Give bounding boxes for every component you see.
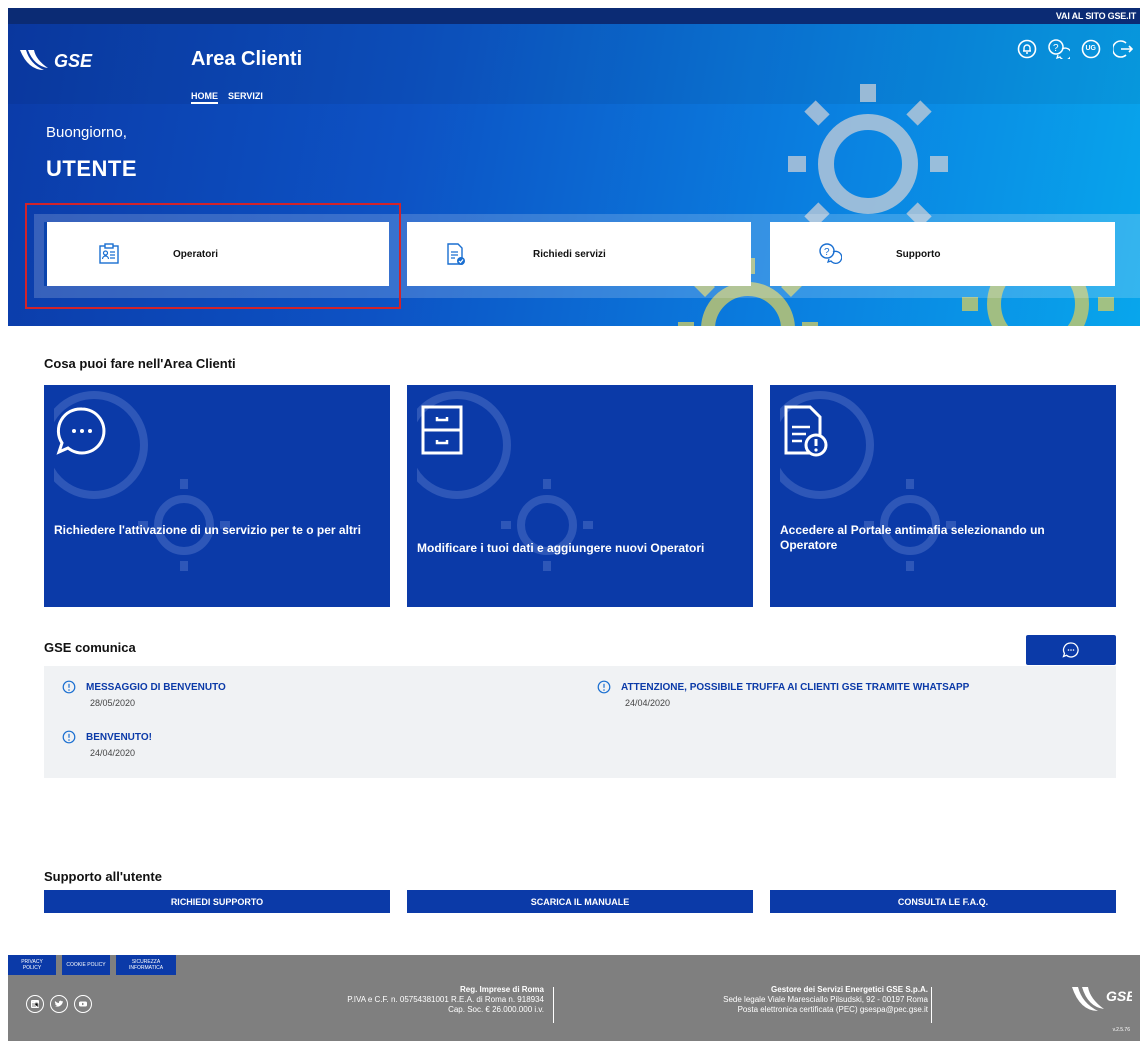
gse-logo-icon bbox=[20, 50, 48, 70]
footer-registry: Reg. Imprese di Roma P.IVA e C.F. n. 057… bbox=[347, 985, 544, 1015]
twitter-icon[interactable] bbox=[50, 995, 68, 1013]
greeting-text: Buongiorno, bbox=[46, 124, 127, 141]
gse-site-link[interactable]: VAI AL SITO GSE.IT bbox=[1056, 11, 1136, 21]
menu-item-servizi[interactable]: SERVIZI bbox=[228, 91, 263, 104]
news-item-title[interactable]: BENVENUTO! bbox=[86, 732, 152, 743]
logout-icon[interactable] bbox=[1112, 38, 1134, 60]
user-initials: UG bbox=[1085, 45, 1097, 52]
page-title: Area Clienti bbox=[191, 48, 303, 70]
feature-tile-antimafia[interactable]: Accedere al Portale antimafia selezionan… bbox=[770, 385, 1116, 607]
feature-tile-text: Modificare i tuoi dati e aggiungere nuov… bbox=[417, 541, 705, 555]
news-item-title[interactable]: MESSAGGIO DI BENVENUTO bbox=[86, 682, 226, 693]
notification-icon[interactable] bbox=[1016, 38, 1038, 60]
news-item[interactable]: ATTENZIONE, POSSIBILE TRUFFA AI CLIENTI … bbox=[597, 680, 969, 708]
news-item-date: 28/05/2020 bbox=[90, 698, 136, 708]
footer-links: PRIVACY POLICY COOKIE POLICY SICUREZZA I… bbox=[8, 955, 176, 975]
logo-text: GSE bbox=[54, 51, 93, 71]
info-icon bbox=[62, 730, 76, 744]
footer-logo-text: GSE bbox=[1106, 988, 1132, 1004]
operators-icon bbox=[99, 243, 119, 264]
info-icon bbox=[597, 680, 611, 694]
main-menu: HOME SERVIZI bbox=[191, 91, 263, 104]
chat-icon bbox=[56, 407, 106, 455]
registry-line: P.IVA e C.F. n. 05754381001 R.E.A. di Ro… bbox=[347, 995, 544, 1004]
user-name: UTENTE bbox=[46, 156, 137, 181]
gse-logo[interactable]: GSE bbox=[18, 48, 92, 72]
svg-text:?: ? bbox=[1053, 43, 1059, 54]
youtube-icon[interactable] bbox=[74, 995, 92, 1013]
feature-tile-text: Accedere al Portale antimafia selezionan… bbox=[780, 523, 1045, 552]
privacy-policy-link[interactable]: PRIVACY POLICY bbox=[8, 955, 56, 975]
support-title: Supporto all'utente bbox=[44, 869, 162, 884]
download-manual-button[interactable]: SCARICA IL MANUALE bbox=[407, 890, 753, 913]
header-actions: ? bbox=[1016, 38, 1134, 60]
feature-tile-attivazione[interactable]: Richiedere l'attivazione di un servizio … bbox=[44, 385, 390, 607]
info-icon bbox=[62, 680, 76, 694]
quick-card-supporto[interactable]: ? Supporto bbox=[770, 222, 1115, 286]
registry-title: Reg. Imprese di Roma bbox=[459, 985, 544, 994]
footer: PRIVACY POLICY COOKIE POLICY SICUREZZA I… bbox=[8, 955, 1140, 1041]
company-line: Sede legale Viale Maresciallo Pilsudski,… bbox=[723, 995, 928, 1004]
app-version: v.2.5.76 bbox=[1112, 1027, 1130, 1033]
footer-company: Gestore dei Servizi Energetici GSE S.p.A… bbox=[723, 985, 928, 1015]
quick-card-label: Operatori bbox=[173, 248, 219, 260]
footer-logo: GSE bbox=[1070, 985, 1136, 1020]
news-item-date: 24/04/2020 bbox=[625, 698, 671, 708]
news-item[interactable]: MESSAGGIO DI BENVENUTO 28/05/2020 bbox=[62, 680, 226, 708]
document-alert-icon bbox=[784, 405, 828, 457]
menu-item-home[interactable]: HOME bbox=[191, 91, 218, 104]
archive-icon bbox=[421, 405, 463, 455]
company-line: Posta elettronica certificata (PEC) gses… bbox=[737, 1005, 928, 1014]
news-item[interactable]: BENVENUTO! 24/04/2020 bbox=[62, 730, 152, 758]
news-item-date: 24/04/2020 bbox=[90, 748, 136, 758]
linkedin-icon[interactable] bbox=[26, 995, 44, 1013]
news-title: GSE comunica bbox=[44, 640, 136, 655]
news-item-title[interactable]: ATTENZIONE, POSSIBILE TRUFFA AI CLIENTI … bbox=[621, 682, 969, 693]
top-strip: VAI AL SITO GSE.IT bbox=[8, 8, 1140, 24]
faq-button[interactable]: CONSULTA LE F.A.Q. bbox=[770, 890, 1116, 913]
request-support-button[interactable]: RICHIEDI SUPPORTO bbox=[44, 890, 390, 913]
quick-card-operatori[interactable]: Operatori bbox=[44, 222, 389, 286]
cookie-policy-link[interactable]: COOKIE POLICY bbox=[62, 955, 110, 975]
svg-text:?: ? bbox=[824, 247, 830, 258]
chat-icon bbox=[1062, 642, 1079, 658]
footer-divider bbox=[931, 987, 932, 1023]
company-title: Gestore dei Servizi Energetici GSE S.p.A… bbox=[771, 985, 928, 994]
quick-card-label: Richiedi servizi bbox=[533, 248, 606, 260]
gse-logo-icon: GSE bbox=[1072, 987, 1136, 1011]
news-chat-button[interactable] bbox=[1026, 635, 1116, 665]
document-check-icon bbox=[447, 243, 465, 265]
quick-card-richiedi-servizi[interactable]: Richiedi servizi bbox=[407, 222, 751, 286]
features-title: Cosa puoi fare nell'Area Clienti bbox=[44, 356, 236, 371]
help-icon[interactable]: ? bbox=[1048, 38, 1070, 60]
security-link[interactable]: SICUREZZA INFORMATICA bbox=[116, 955, 176, 975]
footer-divider bbox=[553, 987, 554, 1023]
support-icon: ? bbox=[819, 243, 842, 264]
registry-line: Cap. Soc. € 26.000.000 i.v. bbox=[448, 1005, 544, 1014]
news-panel: MESSAGGIO DI BENVENUTO 28/05/2020 ATTENZ… bbox=[44, 666, 1116, 778]
social-links bbox=[26, 995, 92, 1013]
quick-card-label: Supporto bbox=[896, 248, 941, 260]
feature-tile-dati-operatori[interactable]: Modificare i tuoi dati e aggiungere nuov… bbox=[407, 385, 753, 607]
feature-tile-text: Richiedere l'attivazione di un servizio … bbox=[54, 523, 361, 537]
